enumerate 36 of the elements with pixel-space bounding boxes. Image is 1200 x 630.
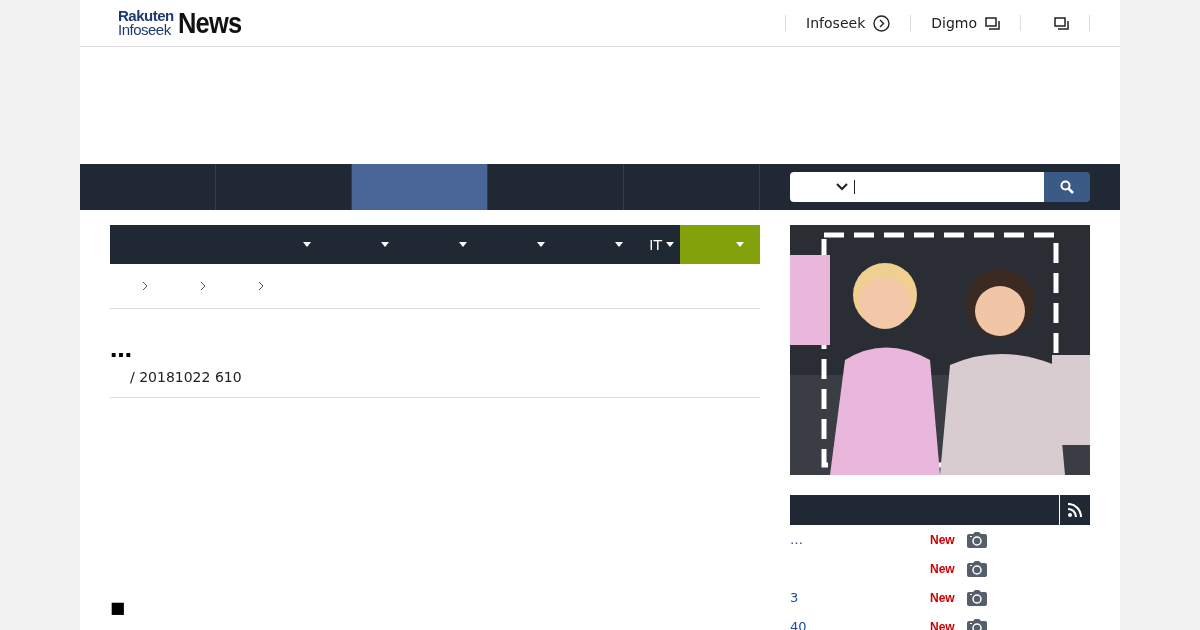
camera-icon — [966, 531, 987, 548]
chevron-icon — [142, 281, 148, 291]
search-icon — [1060, 180, 1074, 194]
caret-icon — [666, 242, 674, 247]
search-field[interactable] — [854, 172, 1044, 202]
caret-icon — [615, 242, 624, 247]
search-button[interactable] — [1044, 172, 1090, 202]
windows-icon — [985, 16, 1000, 30]
camera-icon — [966, 560, 987, 577]
article-meta: / 20181022 610 — [129, 369, 243, 385]
caret-icon — [381, 242, 390, 247]
chevron-icon — [200, 281, 206, 291]
rss-icon — [1068, 503, 1082, 517]
category-tab[interactable]: IT — [629, 225, 680, 264]
arrow-circle-icon — [873, 14, 891, 32]
caret-icon — [537, 242, 546, 247]
news-link[interactable]: 3 — [790, 590, 930, 605]
new-label: New — [930, 619, 955, 630]
category-select[interactable] — [790, 172, 854, 202]
category-tab[interactable] — [680, 225, 760, 264]
camera-icon — [966, 589, 987, 606]
chevron-icon — [258, 281, 264, 291]
chevron-down-icon — [836, 183, 848, 191]
caret-icon — [459, 242, 468, 247]
bullet: ■ — [110, 598, 127, 617]
caret-icon — [736, 242, 744, 247]
article-title: … — [110, 339, 133, 361]
new-label: New — [930, 590, 955, 605]
new-label: New — [930, 532, 955, 547]
header-link[interactable]: Digmo — [910, 15, 1020, 31]
caret-icon — [303, 242, 312, 247]
windows-icon — [1054, 16, 1069, 30]
news-link[interactable]: … — [790, 532, 930, 547]
new-label: New — [930, 561, 955, 576]
nav-tab[interactable] — [352, 164, 488, 210]
header-link[interactable]: Infoseek — [785, 15, 911, 31]
